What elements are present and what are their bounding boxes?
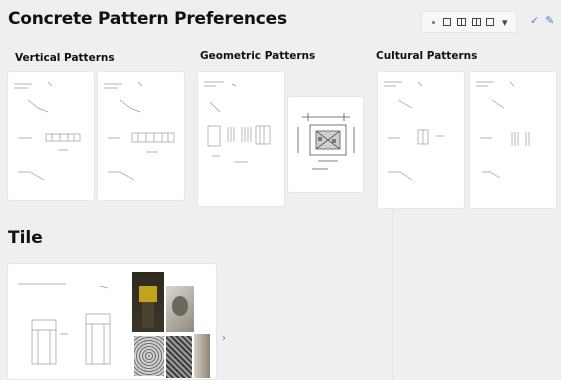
yellow-tile-patch — [139, 286, 157, 302]
tile-shadow — [142, 302, 154, 328]
grid-icon[interactable] — [456, 16, 468, 28]
pattern-drawing — [104, 81, 175, 181]
dot-icon[interactable] — [427, 16, 439, 28]
tile-photo-texture-2[interactable] — [166, 336, 192, 378]
frame-icon[interactable] — [441, 16, 453, 28]
check-icon[interactable]: ✓ — [530, 14, 539, 27]
vertical-pattern-sheet-2[interactable] — [98, 72, 184, 200]
geometric-pattern-sheet-1[interactable] — [198, 72, 284, 206]
tile-photo-yellow[interactable] — [132, 272, 164, 332]
chevron-down-icon[interactable]: ▾ — [499, 16, 511, 29]
pattern-drawing — [476, 81, 530, 179]
cultural-pattern-sheet-1[interactable] — [378, 72, 464, 208]
geometric-pattern-sheet-2[interactable] — [288, 97, 363, 192]
annotation-tools: ✓ ✎ — [530, 14, 554, 27]
tile-photo-texture-3[interactable] — [194, 334, 210, 378]
vertical-pattern-sheet-1[interactable] — [8, 72, 94, 200]
pattern-drawing — [297, 113, 355, 170]
page-title: Concrete Pattern Preferences — [8, 9, 287, 29]
layout-icon[interactable] — [484, 16, 496, 28]
section-title-cultural: Cultural Patterns — [376, 50, 478, 62]
cultural-pattern-sheet-2[interactable] — [470, 72, 556, 208]
section-title-tile: Tile — [8, 228, 43, 248]
columns-icon[interactable] — [470, 16, 482, 28]
tile-photo-texture-1[interactable] — [134, 336, 164, 376]
pattern-drawing — [14, 81, 81, 181]
pattern-drawing — [204, 81, 271, 163]
stone-texture — [172, 296, 188, 316]
board-toolbar: ▾ — [421, 11, 517, 33]
pen-icon[interactable]: ✎ — [545, 14, 554, 27]
column-divider — [392, 210, 393, 380]
section-title-geometric: Geometric Patterns — [200, 50, 316, 62]
expand-handle-icon[interactable]: › — [222, 333, 226, 344]
tile-photo-stone[interactable] — [166, 286, 194, 332]
pattern-drawing — [384, 81, 444, 181]
section-title-vertical: Vertical Patterns — [15, 52, 115, 64]
